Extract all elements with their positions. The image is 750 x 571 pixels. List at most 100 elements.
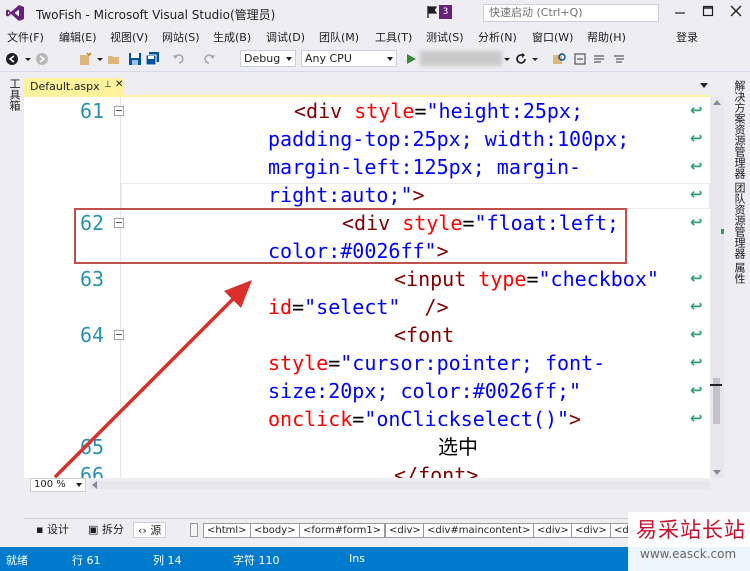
- code-editor[interactable]: 61 <div style="height:25px; ↩ padding-top:2…: [24, 97, 710, 478]
- save-icon[interactable]: [128, 52, 142, 66]
- breadcrumb-item[interactable]: <body>: [250, 523, 300, 538]
- breadcrumb-item[interactable]: <div>: [385, 523, 425, 538]
- word-wrap-icon: ↩: [690, 381, 703, 399]
- word-wrap-icon: ↩: [690, 213, 703, 231]
- refresh-icon[interactable]: [514, 52, 528, 66]
- comment-icon[interactable]: [592, 52, 606, 66]
- platform-select[interactable]: Any CPU: [301, 50, 397, 67]
- scroll-down-icon[interactable]: [713, 470, 721, 475]
- undo-icon[interactable]: [172, 52, 186, 66]
- code-token-val: "onClickselect()": [364, 407, 570, 431]
- browser-select-redacted[interactable]: [420, 51, 502, 66]
- redo-icon[interactable]: [202, 52, 216, 66]
- menu-tools[interactable]: 工具(T): [375, 29, 412, 45]
- collapse-toggle-icon[interactable]: [114, 330, 124, 340]
- scroll-left-icon[interactable]: [92, 481, 97, 489]
- sign-in-link[interactable]: 登录: [676, 29, 698, 45]
- code-token-attr: onclick: [268, 407, 353, 431]
- breadcrumb-item[interactable]: <div>: [571, 523, 611, 538]
- menu-team[interactable]: 团队(M): [319, 29, 359, 45]
- menu-build[interactable]: 生成(B): [213, 29, 251, 45]
- code-line: right:auto;">: [268, 181, 425, 209]
- refresh-dropdown-icon[interactable]: [531, 52, 539, 66]
- word-wrap-icon: ↩: [690, 409, 703, 427]
- status-insert-mode: Ins: [349, 552, 365, 565]
- code-token-val: "select": [304, 295, 413, 319]
- menu-help[interactable]: 帮助(H): [587, 29, 626, 45]
- code-token-attr: style: [354, 99, 415, 123]
- notification-badge[interactable]: 3: [439, 5, 452, 19]
- pin-icon[interactable]: ⊥: [104, 80, 112, 90]
- team-explorer-tab[interactable]: 团队资源管理器: [731, 182, 747, 259]
- code-token-val: "height:25px;: [426, 99, 584, 123]
- breadcrumb-item[interactable]: <form#form1>: [299, 523, 386, 538]
- back-icon[interactable]: [5, 52, 19, 66]
- code-token-plain: =: [352, 407, 365, 431]
- word-wrap-icon: ↩: [690, 269, 703, 287]
- close-button[interactable]: [726, 3, 746, 21]
- menu-test[interactable]: 测试(S): [426, 29, 464, 45]
- code-token-tag: <input: [394, 267, 479, 291]
- forward-icon[interactable]: [35, 52, 49, 66]
- save-all-icon[interactable]: [146, 52, 160, 66]
- scroll-up-icon[interactable]: [713, 100, 721, 105]
- source-view-button[interactable]: ‹› 源: [133, 522, 167, 538]
- chevron-down-icon[interactable]: [76, 483, 82, 487]
- design-view-button[interactable]: ▪ 设计: [32, 522, 73, 538]
- start-debug-icon[interactable]: [404, 52, 418, 66]
- code-token-val: padding-top:25px; width:100px;: [268, 127, 630, 151]
- open-folder-icon[interactable]: [107, 52, 121, 66]
- breadcrumb-item[interactable]: <div#maincontent>: [423, 523, 535, 538]
- close-tab-icon[interactable]: ✕: [115, 79, 123, 90]
- code-line: <font: [394, 321, 454, 349]
- collapse-toggle-icon[interactable]: [114, 106, 124, 116]
- code-token-val: margin-left:125px; margin-: [268, 155, 582, 179]
- left-tool-strip: [0, 72, 24, 518]
- quick-launch-input[interactable]: 快速启动 (Ctrl+Q): [483, 4, 659, 22]
- split-view-button[interactable]: ▣ 拆分: [84, 522, 128, 538]
- source-icon: ‹›: [138, 524, 151, 537]
- code-line: <div style="height:25px;: [294, 97, 583, 125]
- menu-debug[interactable]: 调试(D): [266, 29, 305, 45]
- menu-edit[interactable]: 编辑(E): [59, 29, 97, 45]
- back-dropdown-icon[interactable]: [24, 52, 32, 66]
- menu-website[interactable]: 网站(S): [162, 29, 200, 45]
- line-number: 65: [80, 435, 105, 459]
- menu-window[interactable]: 窗口(W): [532, 29, 573, 45]
- uncomment-icon[interactable]: [612, 52, 626, 66]
- word-wrap-icon: ↩: [690, 325, 703, 343]
- code-token-plain: =: [292, 295, 305, 319]
- horizontal-scrollbar[interactable]: [90, 481, 710, 489]
- code-line: id="select" />: [268, 293, 449, 321]
- menu-view[interactable]: 视图(V): [110, 29, 148, 45]
- feedback-flag-icon[interactable]: [427, 6, 437, 18]
- solution-explorer-tab[interactable]: 解决方案资源管理器: [731, 80, 747, 179]
- status-state: 就绪: [6, 554, 28, 567]
- code-line: padding-top:25px; width:100px;: [268, 125, 629, 153]
- configuration-select[interactable]: Debug: [240, 50, 296, 67]
- properties-tab[interactable]: 属性: [731, 262, 747, 284]
- maximize-button[interactable]: [698, 3, 718, 21]
- code-token-plain: =: [526, 267, 539, 291]
- code-line: style="cursor:pointer; font-: [268, 349, 605, 377]
- new-dropdown-icon[interactable]: [96, 52, 104, 66]
- breadcrumb-item[interactable]: <div>: [533, 523, 573, 538]
- find-in-files-icon[interactable]: [552, 52, 566, 66]
- toolbox-tab[interactable]: 工具箱: [6, 78, 22, 111]
- source-label: 源: [150, 524, 162, 537]
- breadcrumb-scroll-left[interactable]: [190, 523, 198, 537]
- breadcrumb-item[interactable]: <html>: [203, 523, 251, 538]
- tab-list-dropdown-icon[interactable]: [700, 83, 708, 88]
- menu-analyze[interactable]: 分析(N): [478, 29, 517, 45]
- code-token-plain: =: [414, 99, 427, 123]
- browser-dropdown-icon[interactable]: [503, 52, 511, 66]
- design-icon: ▪: [36, 523, 47, 536]
- word-wrap-icon: ↩: [690, 101, 703, 119]
- editor-margin: [120, 97, 121, 478]
- toggle-icon[interactable]: [573, 52, 587, 66]
- word-wrap-icon: ↩: [690, 157, 703, 175]
- minimize-button[interactable]: [670, 3, 690, 21]
- chevron-down-icon: [387, 57, 393, 61]
- new-project-icon[interactable]: [78, 52, 92, 66]
- menu-file[interactable]: 文件(F): [7, 29, 44, 45]
